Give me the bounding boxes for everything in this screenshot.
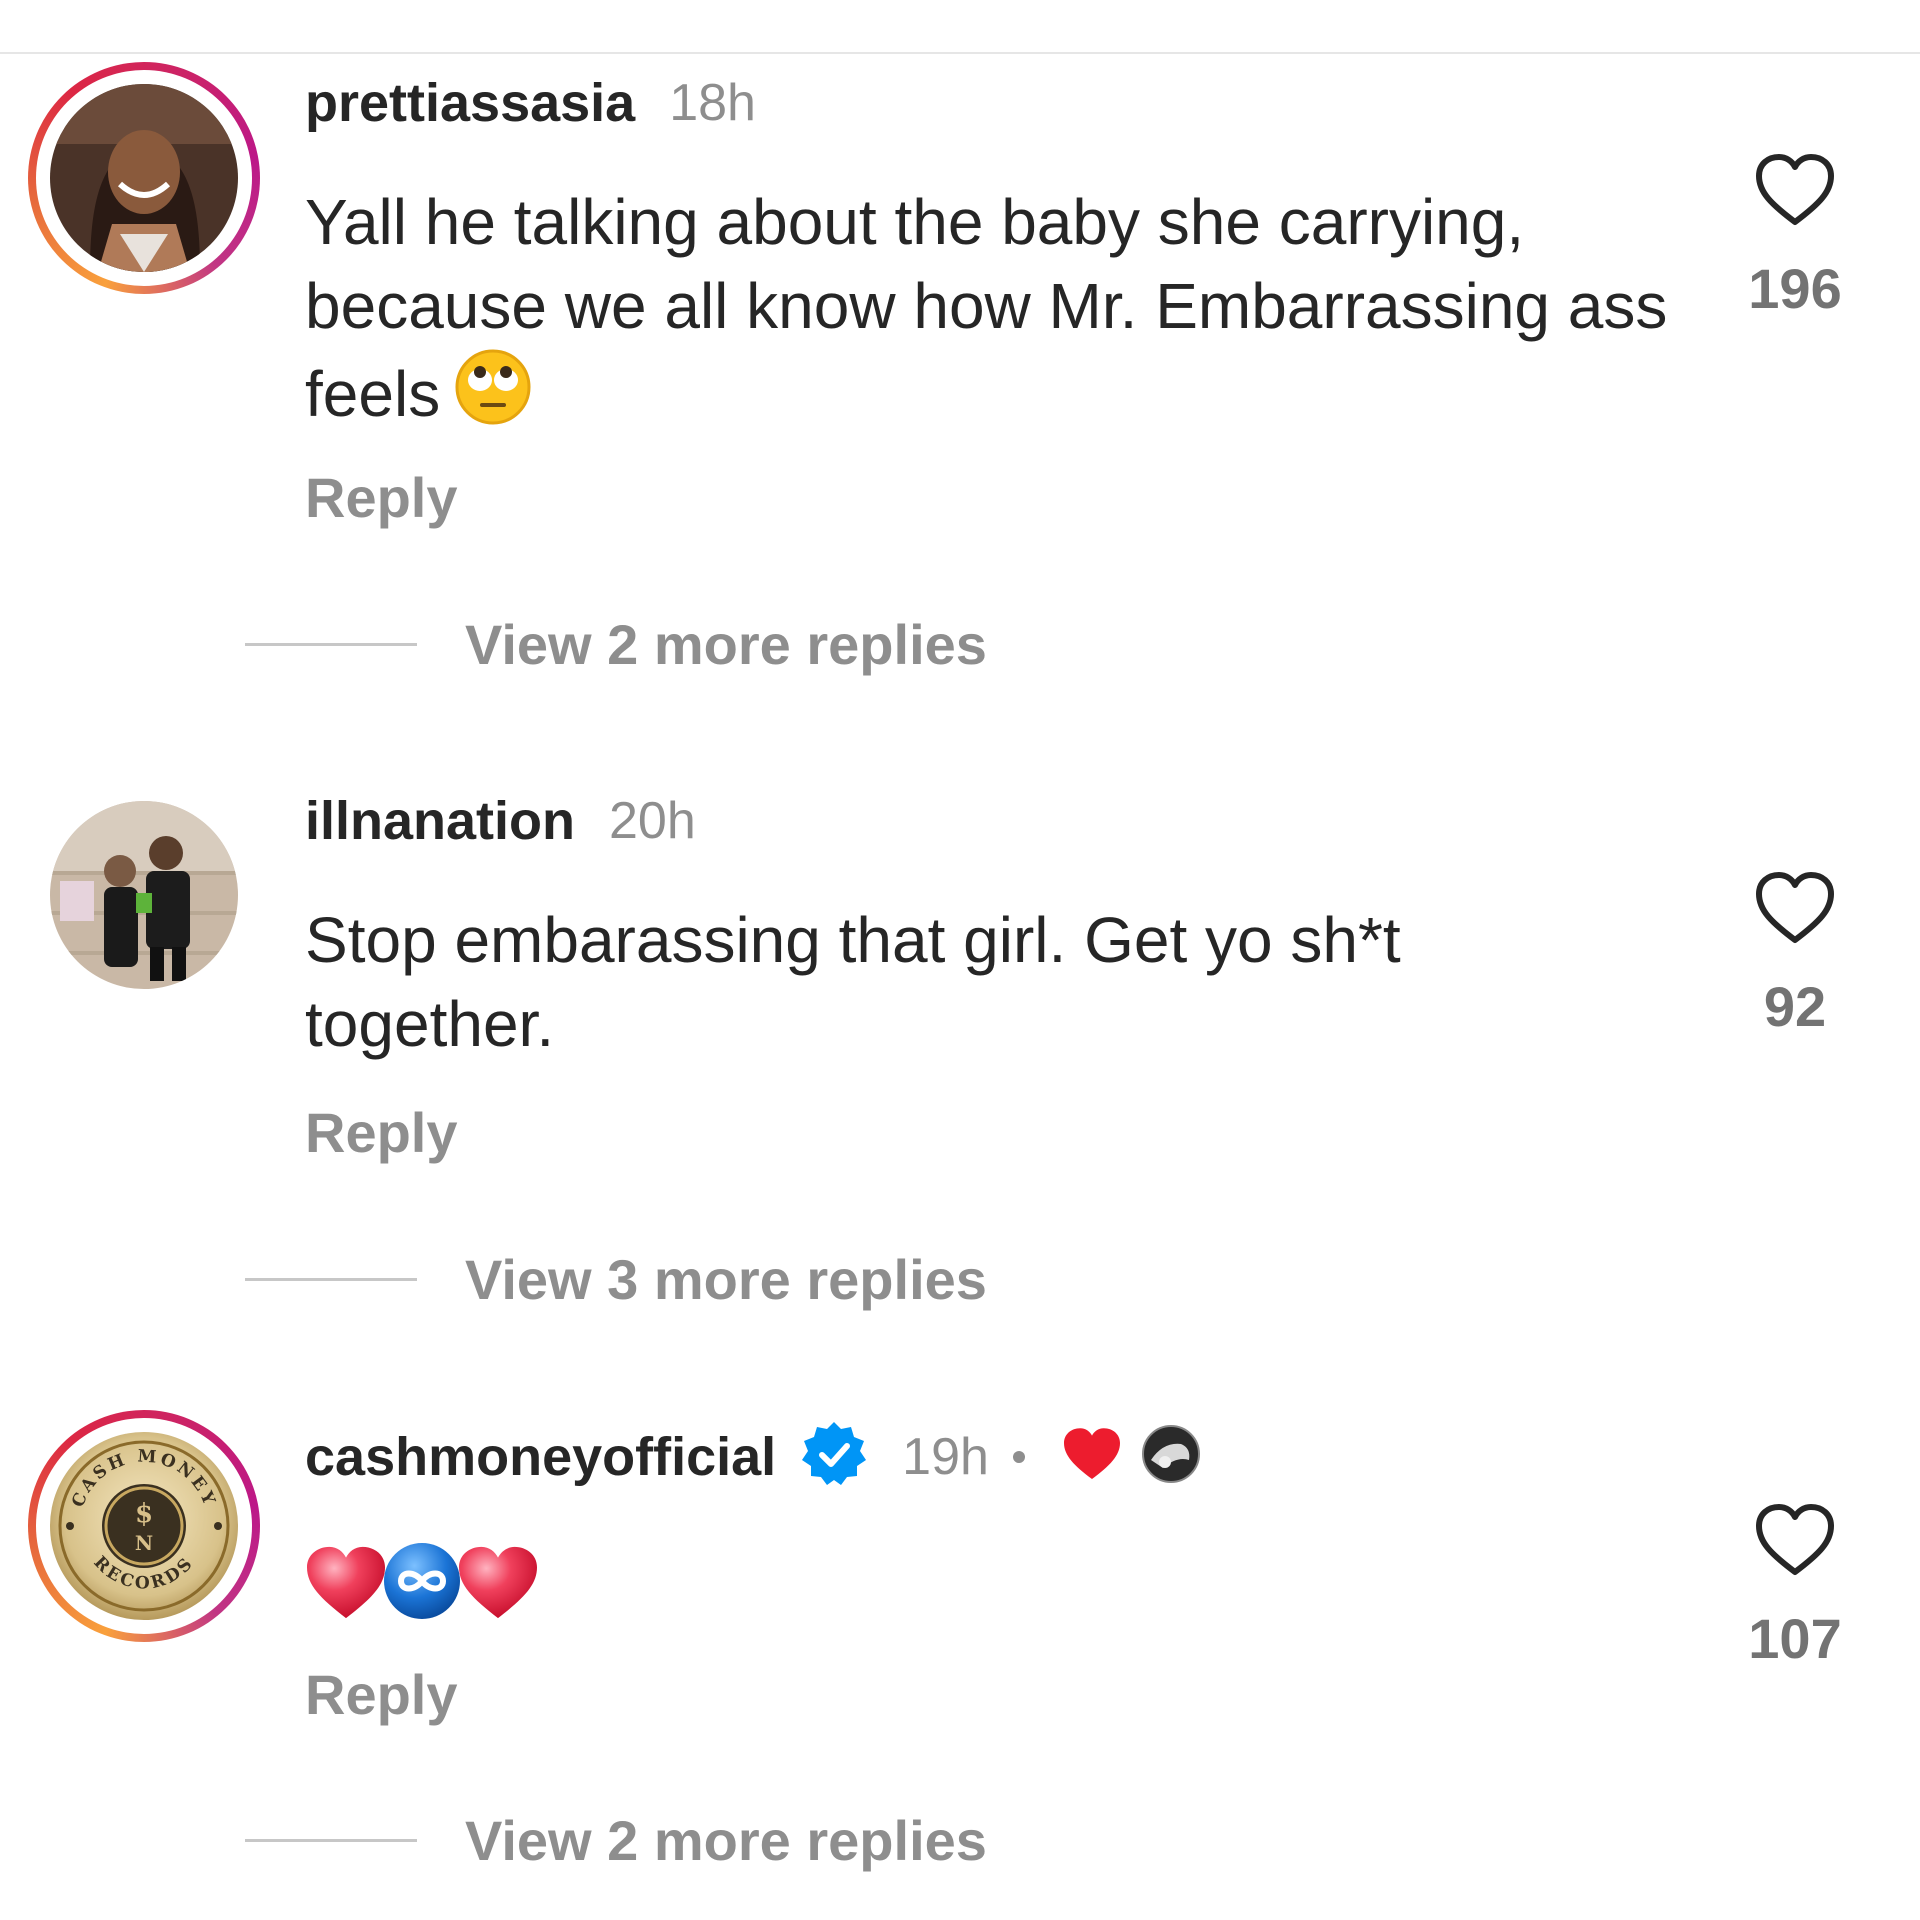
heart-outline-icon[interactable] — [1753, 1502, 1837, 1578]
svg-text:$: $ — [135, 1499, 153, 1529]
avatar-frame[interactable] — [28, 779, 260, 1011]
comment-meta: prettiassasia 18h — [305, 72, 756, 134]
avatar-photo — [50, 84, 238, 272]
reply-button[interactable]: Reply — [305, 1100, 458, 1165]
like-control: 107 — [1730, 1502, 1860, 1671]
comment-text — [305, 1540, 1705, 1636]
view-more-replies[interactable]: View 3 more replies — [245, 1247, 987, 1312]
top-divider — [0, 52, 1920, 54]
like-control: 92 — [1730, 870, 1860, 1039]
like-count: 196 — [1748, 257, 1842, 320]
like-count: 92 — [1763, 975, 1827, 1038]
avatar[interactable] — [50, 84, 238, 272]
comment-meta: cashmoneyofficial 19h — [305, 1420, 1201, 1493]
author-avatar-icon — [1141, 1424, 1201, 1489]
svg-text:N: N — [135, 1531, 153, 1555]
comment-text: Yall he talking about the baby she carry… — [305, 180, 1705, 446]
heart-outline-icon[interactable] — [1753, 870, 1837, 946]
heart-outline-icon[interactable] — [1753, 152, 1837, 228]
story-ring[interactable]: $ N CASH MONEY RECORDS — [28, 1410, 260, 1642]
avatar[interactable]: $ N CASH MONEY RECORDS — [50, 1432, 238, 1620]
username[interactable]: cashmoneyofficial — [305, 1426, 776, 1488]
timestamp: 19h — [902, 1427, 989, 1486]
red-heart-icon — [305, 1544, 387, 1642]
reply-button[interactable]: Reply — [305, 465, 458, 530]
replies-divider — [245, 1839, 417, 1842]
verified-badge-icon — [800, 1420, 868, 1493]
view-more-replies[interactable]: View 2 more replies — [245, 1808, 987, 1873]
face-with-rolling-eyes-icon — [454, 348, 532, 446]
replies-divider — [245, 643, 417, 646]
like-count: 107 — [1748, 1607, 1842, 1670]
comments-screen: prettiassasia 18h Yall he talking about … — [0, 0, 1920, 1920]
comment-text: Stop embarassing that girl. Get yo sh*t … — [305, 904, 1401, 1060]
username[interactable]: prettiassasia — [305, 72, 635, 134]
infinity-icon — [381, 1540, 463, 1642]
separator-dot — [1012, 1450, 1025, 1463]
red-heart-icon — [1061, 1426, 1123, 1487]
timestamp: 18h — [669, 74, 756, 132]
story-ring[interactable] — [28, 62, 260, 294]
avatar-photo — [50, 801, 238, 989]
comment-meta: illnanation 20h — [305, 790, 696, 852]
like-control: 196 — [1730, 152, 1860, 321]
red-heart-icon — [457, 1544, 539, 1642]
reply-button[interactable]: Reply — [305, 1662, 458, 1727]
username[interactable]: illnanation — [305, 790, 575, 852]
cash-money-records-logo: $ N CASH MONEY RECORDS — [50, 1432, 238, 1620]
timestamp: 20h — [609, 792, 696, 850]
replies-divider — [245, 1278, 417, 1281]
avatar[interactable] — [50, 801, 238, 989]
view-more-replies[interactable]: View 2 more replies — [245, 612, 987, 677]
